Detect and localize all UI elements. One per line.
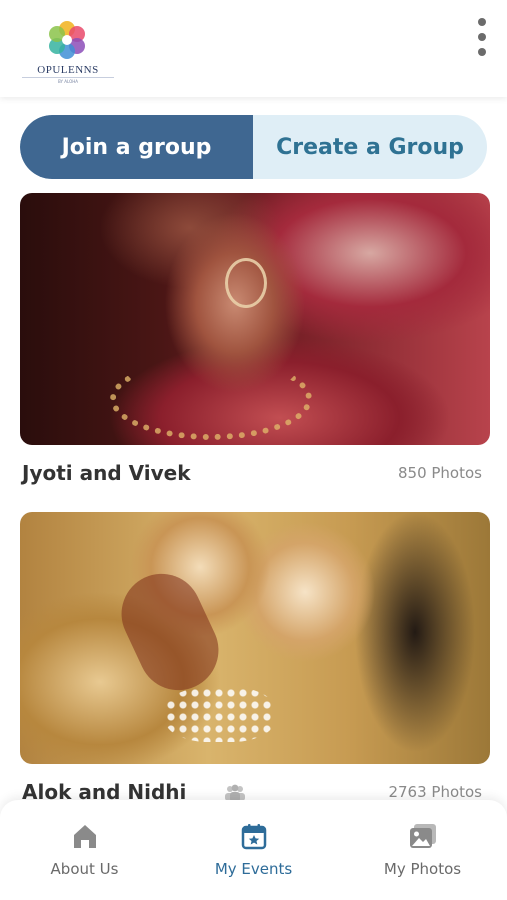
photo-count: 2763 Photos bbox=[388, 783, 482, 801]
nav-my-events[interactable]: My Events bbox=[169, 800, 338, 900]
app-header: OPULENNS BY ALOHA bbox=[0, 0, 507, 97]
create-group-tab[interactable]: Create a Group bbox=[253, 115, 487, 179]
bottom-navigation: About Us My Events My Photos bbox=[0, 800, 507, 900]
nose-ring-detail bbox=[225, 258, 267, 308]
photo-count: 850 Photos bbox=[397, 464, 482, 482]
brand-subtitle: BY ALOHA bbox=[22, 77, 114, 84]
nav-my-photos[interactable]: My Photos bbox=[338, 800, 507, 900]
event-name: Jyoti and Vivek bbox=[22, 461, 191, 485]
calendar-star-icon bbox=[240, 822, 268, 850]
kebab-menu-icon[interactable] bbox=[470, 16, 494, 58]
join-group-tab[interactable]: Join a group bbox=[20, 115, 253, 179]
necklace-detail bbox=[110, 358, 312, 440]
mehndi-hand-detail bbox=[108, 560, 232, 704]
brand-name: OPULENNS bbox=[37, 64, 99, 76]
nav-label: My Photos bbox=[383, 860, 462, 878]
event-cover-photo[interactable] bbox=[20, 193, 490, 445]
nav-label: About Us bbox=[50, 860, 119, 878]
home-icon bbox=[71, 822, 99, 850]
nav-about-us[interactable]: About Us bbox=[0, 800, 169, 900]
event-info-row: Jyoti and Vivek 850 Photos bbox=[20, 445, 490, 501]
event-card[interactable]: Alok and Nidhi 2763 Photos bbox=[20, 512, 490, 820]
logo-flower-icon bbox=[49, 21, 85, 59]
event-card[interactable]: Jyoti and Vivek 850 Photos bbox=[20, 193, 490, 501]
nav-label: My Events bbox=[214, 860, 293, 878]
brand-logo[interactable]: OPULENNS BY ALOHA bbox=[22, 20, 114, 84]
group-segmented-control: Join a group Create a Group bbox=[20, 115, 487, 179]
flowers-detail bbox=[165, 687, 275, 742]
event-cover-photo[interactable] bbox=[20, 512, 490, 764]
photos-icon bbox=[408, 822, 438, 850]
